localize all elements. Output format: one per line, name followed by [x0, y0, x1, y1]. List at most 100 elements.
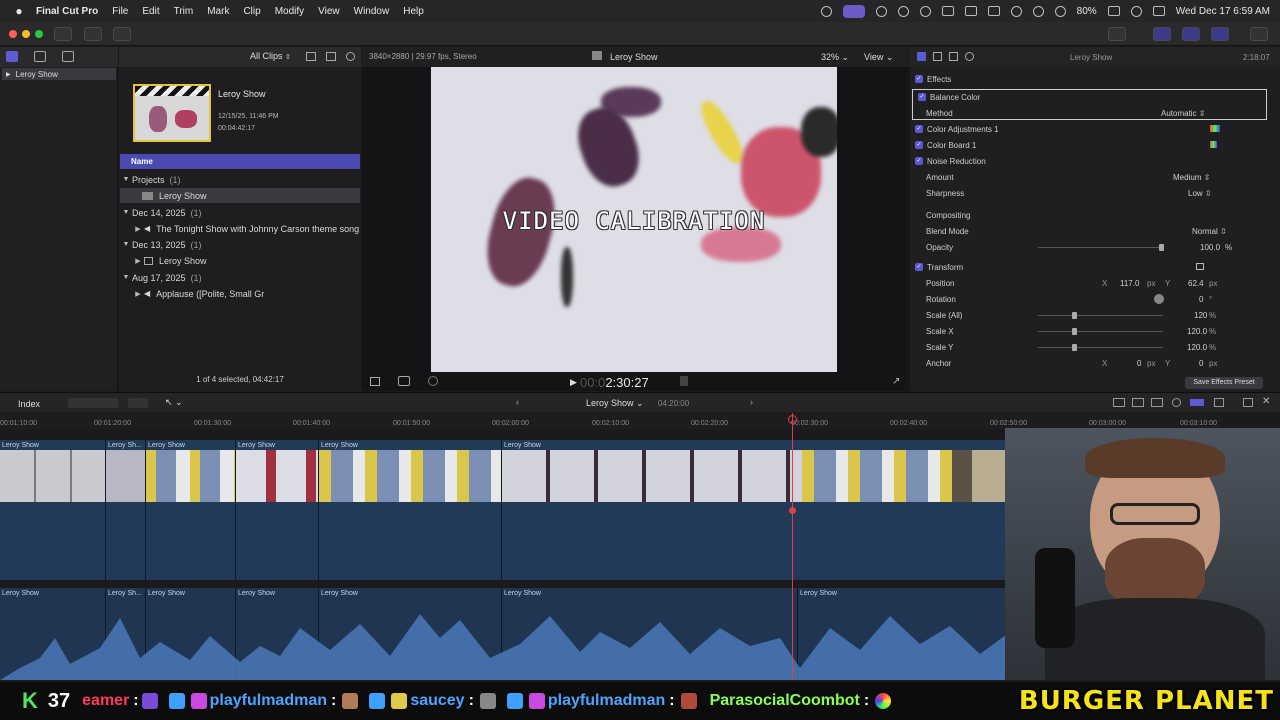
- video-clip[interactable]: Leroy Show: [0, 440, 106, 580]
- playhead[interactable]: [792, 413, 793, 680]
- menu-edit[interactable]: Edit: [142, 6, 159, 17]
- view-dropdown[interactable]: View ⌄: [864, 52, 893, 63]
- search-icon[interactable]: [1130, 5, 1142, 17]
- method-dropdown[interactable]: Automatic ⇳: [1161, 109, 1206, 118]
- color-board-icon[interactable]: [1210, 141, 1217, 148]
- menu-window[interactable]: Window: [354, 6, 390, 17]
- library-item[interactable]: ▶ Leroy Show: [2, 68, 116, 80]
- rotation-dial[interactable]: [1154, 294, 1164, 304]
- scale-all-field[interactable]: 120: [1194, 311, 1207, 320]
- inspector-toggle-icon[interactable]: [1211, 27, 1229, 41]
- play-status-icon[interactable]: [919, 5, 931, 17]
- minimize-window-icon[interactable]: [22, 30, 30, 38]
- scale-y-slider[interactable]: [1038, 347, 1163, 348]
- keyword-icon[interactable]: [84, 27, 102, 41]
- opacity-value[interactable]: 100.0: [1200, 243, 1220, 252]
- menu-file[interactable]: File: [112, 6, 128, 17]
- blend-mode-dropdown[interactable]: Normal ⇳: [1192, 227, 1227, 236]
- timeline-project-dropdown[interactable]: Leroy Show ⌄: [586, 398, 644, 409]
- effects-section[interactable]: ✓ Effects: [910, 71, 1270, 87]
- clock-text[interactable]: Wed Dec 17 6:59 AM: [1176, 6, 1270, 17]
- transform-onscreen-icon[interactable]: [1196, 263, 1204, 270]
- position-y-field[interactable]: 62.4: [1188, 279, 1204, 288]
- battery-icon[interactable]: [1107, 6, 1120, 16]
- clip-item[interactable]: ▶ Leroy Show: [120, 253, 360, 268]
- screen-icon[interactable]: [987, 6, 1000, 16]
- transform-icon[interactable]: [370, 377, 380, 386]
- libraries-icon[interactable]: [6, 51, 18, 62]
- video-inspector-icon[interactable]: [917, 52, 926, 61]
- group-projects[interactable]: ▼ Projects (1): [120, 172, 360, 187]
- video-clip[interactable]: Leroy Show: [319, 440, 502, 580]
- index-button[interactable]: Index: [18, 399, 40, 409]
- color-board-effect[interactable]: ✓ Color Board 1: [910, 137, 1270, 153]
- search-icon[interactable]: [346, 52, 355, 61]
- rotation-field[interactable]: 0: [1199, 295, 1203, 304]
- anchor-y-field[interactable]: 0: [1199, 359, 1203, 368]
- photos-icon[interactable]: [34, 51, 46, 62]
- headphones-icon[interactable]: [1172, 398, 1181, 407]
- scale-x-slider[interactable]: [1038, 331, 1163, 332]
- timecode-display[interactable]: 00:02:30:27: [580, 375, 649, 390]
- zoom-window-icon[interactable]: [35, 30, 43, 38]
- balance-color-effect[interactable]: ✓ Balance Color Method Automatic ⇳: [912, 89, 1267, 120]
- effects-checkbox[interactable]: ✓: [915, 75, 923, 83]
- forward-icon[interactable]: ›: [750, 397, 753, 407]
- background-tasks-icon[interactable]: [113, 27, 131, 41]
- color-adjustments-effect[interactable]: ✓ Color Adjustments 1: [910, 121, 1270, 137]
- amount-dropdown[interactable]: Medium ⇳: [1173, 173, 1210, 182]
- toggle-icon[interactable]: [897, 5, 909, 17]
- project-thumbnail[interactable]: [133, 84, 211, 142]
- recording-icon[interactable]: [842, 4, 865, 18]
- video-clip[interactable]: Leroy Sh...: [106, 440, 146, 580]
- save-effects-preset-button[interactable]: Save Effects Preset: [1185, 377, 1263, 389]
- menu-clip[interactable]: Clip: [243, 6, 260, 17]
- export-icon[interactable]: [1250, 27, 1268, 41]
- clip-filter-dropdown[interactable]: All Clips ⇳: [250, 51, 291, 61]
- group-aug-17[interactable]: ▼ Aug 17, 2025 (1): [120, 270, 360, 285]
- noise-reduction-effect[interactable]: ✓ Noise Reduction: [910, 153, 1270, 169]
- color-inspector-icon[interactable]: [933, 52, 942, 61]
- timeline-index-icon[interactable]: [1243, 398, 1253, 407]
- scale-all-knob[interactable]: [1072, 312, 1077, 319]
- menu-trim[interactable]: Trim: [174, 6, 194, 17]
- anchor-x-field[interactable]: 0: [1137, 359, 1141, 368]
- scale-all-slider[interactable]: [1038, 315, 1163, 316]
- compositing-section[interactable]: Compositing: [910, 207, 1270, 223]
- opacity-slider-knob[interactable]: [1159, 244, 1164, 251]
- zoom-dropdown[interactable]: 32% ⌄: [821, 52, 849, 63]
- clock-icon[interactable]: [1032, 5, 1044, 17]
- color-adjustments-icon[interactable]: [1210, 125, 1220, 132]
- menu-help[interactable]: Help: [403, 6, 424, 17]
- edit-mode-dropdown[interactable]: [128, 398, 148, 408]
- clip-appearance-icon[interactable]: [1113, 398, 1125, 407]
- app-menu[interactable]: Final Cut Pro: [36, 6, 98, 17]
- list-view-icon[interactable]: [306, 52, 316, 61]
- share-icon[interactable]: [1108, 27, 1126, 41]
- enhance-icon[interactable]: [398, 376, 410, 386]
- play-icon[interactable]: ▶: [570, 377, 577, 388]
- close-timeline-icon[interactable]: ✕: [1262, 396, 1270, 407]
- menu-mark[interactable]: Mark: [207, 6, 229, 17]
- volume-icon[interactable]: [941, 6, 954, 16]
- status-icon[interactable]: [820, 5, 832, 17]
- grid-icon[interactable]: [875, 5, 887, 17]
- sharpness-dropdown[interactable]: Low ⇳: [1188, 189, 1212, 198]
- video-clip[interactable]: Leroy Show: [236, 440, 319, 580]
- playhead-handle[interactable]: [788, 415, 797, 424]
- fullscreen-icon[interactable]: ↗: [892, 376, 900, 387]
- menu-view[interactable]: View: [318, 6, 340, 17]
- group-dec-14[interactable]: ▼ Dec 14, 2025 (1): [120, 205, 360, 220]
- menu-modify[interactable]: Modify: [275, 6, 304, 17]
- select-tool-icon[interactable]: ↖ ⌄: [165, 397, 183, 408]
- zoom-out-icon[interactable]: [1132, 398, 1144, 407]
- transform-section[interactable]: ✓ Transform: [910, 259, 1270, 275]
- timeline-ruler[interactable]: 00:01:10:00 00:01:20:00 00:01:30:00 00:0…: [0, 413, 1222, 429]
- scale-y-knob[interactable]: [1072, 344, 1077, 351]
- scale-x-field[interactable]: 120.0: [1187, 327, 1207, 336]
- clip-item[interactable]: ▶ ◀ Applause ([Polite, Small Gr: [120, 286, 360, 301]
- video-clip[interactable]: Leroy Show: [146, 440, 236, 580]
- video-preview[interactable]: VIDEO CALIBRATION: [431, 67, 837, 372]
- name-column-header[interactable]: Name: [120, 154, 360, 169]
- info-inspector-icon[interactable]: [965, 52, 974, 61]
